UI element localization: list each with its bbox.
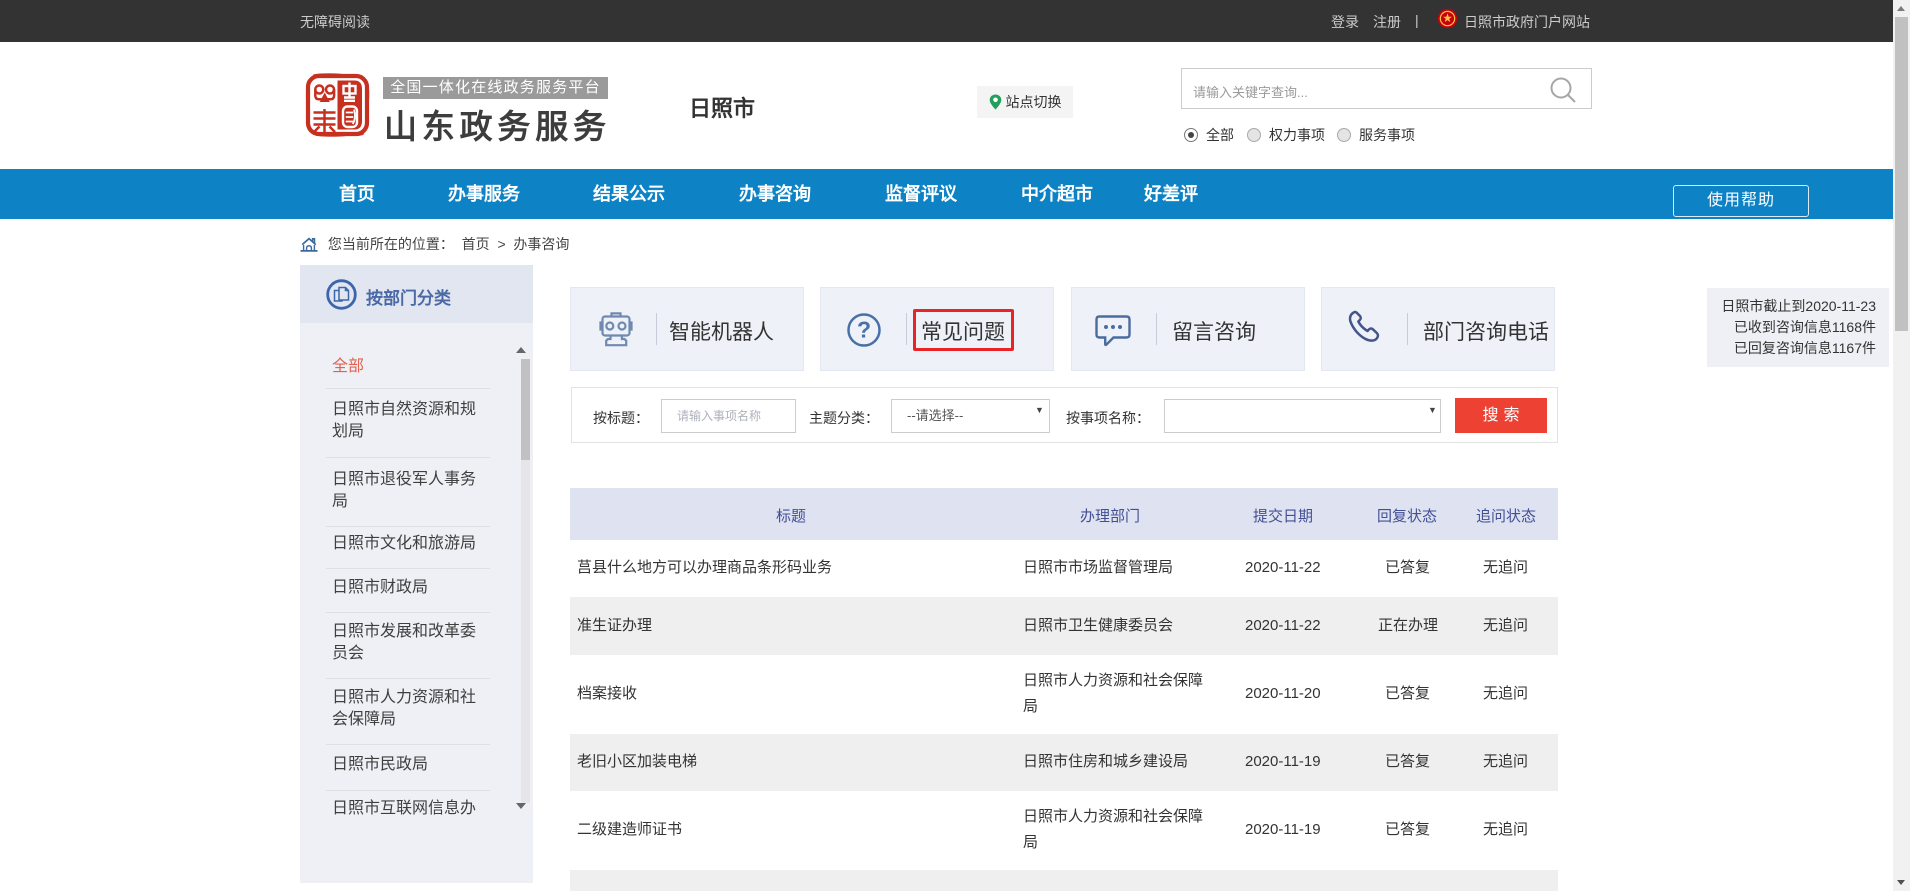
svg-text:?: ? bbox=[857, 317, 871, 343]
